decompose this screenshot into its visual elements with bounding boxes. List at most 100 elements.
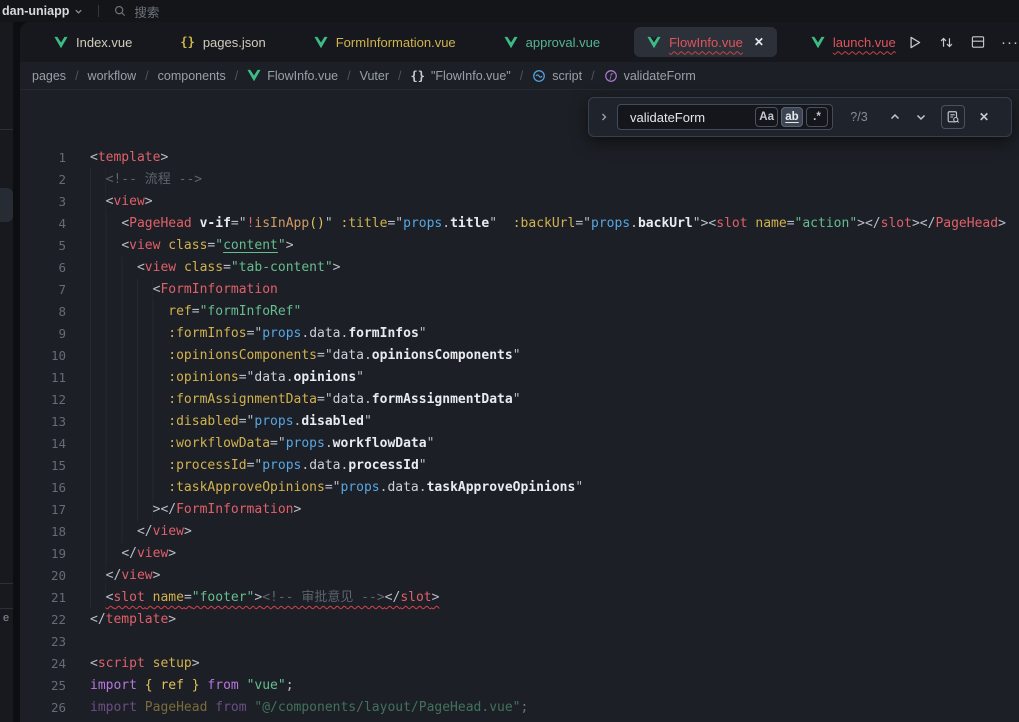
module-icon (532, 69, 546, 83)
code-line-24[interactable]: 24<script setup> (20, 653, 1019, 675)
previous-match-button[interactable] (889, 111, 901, 123)
code-line-4[interactable]: 4 <PageHead v-if="!isInApp()" :title="pr… (20, 213, 1019, 235)
next-match-button[interactable] (915, 111, 927, 123)
code-line-13[interactable]: 13 :disabled="props.disabled" (20, 411, 1019, 433)
code-line-25[interactable]: 25import { ref } from "vue"; (20, 675, 1019, 697)
line-number: 4 (20, 213, 66, 235)
tab-label: pages.json (203, 35, 266, 50)
breadcrumb-item-flowinfo-vue[interactable]: {} "FlowInfo.vue" (411, 69, 511, 83)
breadcrumb-item-components[interactable]: components (158, 69, 226, 83)
breadcrumb-label: script (552, 69, 582, 83)
find-input[interactable] (628, 109, 752, 126)
vue-icon (504, 36, 518, 49)
editor-window: dan-uniapp 搜索 e Index.vue{}pages.jsonFor… (0, 0, 1019, 722)
breadcrumb: pages/workflow/components/FlowInfo.vue/V… (20, 62, 1019, 90)
line-content: <script setup> (90, 653, 200, 675)
code-line-15[interactable]: 15 :processId="props.data.processId" (20, 455, 1019, 477)
code-line-8[interactable]: 8 ref="formInfoRef" (20, 301, 1019, 323)
braces-icon: {} (411, 69, 425, 83)
breadcrumb-item-script[interactable]: script (532, 69, 582, 83)
line-content: </view> (90, 565, 160, 587)
panel-handle[interactable] (0, 188, 13, 222)
tab-bar: Index.vue{}pages.json FormInformation.vue… (20, 22, 1019, 62)
chevron-down-icon (74, 7, 83, 16)
function-icon: f (604, 69, 618, 83)
breadcrumb-label: components (158, 69, 226, 83)
tab-pages-json[interactable]: {}pages.json (156, 22, 289, 62)
line-number: 6 (20, 257, 66, 279)
code-line-6[interactable]: 6 <view class="tab-content"> (20, 257, 1019, 279)
line-content: :workflowData="props.workflowData" (90, 433, 434, 455)
line-content: <PageHead v-if="!isInApp()" :title="prop… (90, 213, 1006, 235)
line-content: :opinionsComponents="data.opinionsCompon… (90, 345, 521, 367)
regex-button[interactable]: .* (806, 107, 828, 127)
code-line-18[interactable]: 18 </view> (20, 521, 1019, 543)
line-number: 20 (20, 565, 66, 587)
code-line-17[interactable]: 17 ></FormInformation> (20, 499, 1019, 521)
code-line-3[interactable]: 3 <view> (20, 191, 1019, 213)
line-number: 3 (20, 191, 66, 213)
line-number: 23 (20, 631, 66, 653)
compare-changes-icon[interactable] (938, 34, 955, 51)
match-case-button[interactable]: Aa (755, 107, 778, 127)
line-content: ref="formInfoRef" (90, 301, 301, 323)
code-line-10[interactable]: 10 :opinionsComponents="data.opinionsCom… (20, 345, 1019, 367)
line-number: 18 (20, 521, 66, 543)
code-line-2[interactable]: 2 <!-- 流程 --> (20, 169, 1019, 191)
line-content: </view> (90, 521, 192, 543)
line-content: <template> (90, 147, 168, 169)
code-line-1[interactable]: 1 <template> (20, 147, 1019, 169)
project-selector[interactable]: dan-uniapp (2, 4, 83, 18)
more-icon[interactable]: ··· (1001, 34, 1019, 51)
line-number: 17 (20, 499, 66, 521)
breadcrumb-item-pages[interactable]: pages (32, 69, 66, 83)
code-line-14[interactable]: 14 :workflowData="props.workflowData" (20, 433, 1019, 455)
code-line-11[interactable]: 11 :opinions="data.opinions" (20, 367, 1019, 389)
global-search[interactable]: 搜索 (114, 2, 159, 21)
code-editor[interactable]: Aa ab .* ?/3 ✕ 1 <template>2 <!-- 流程 -->3… (20, 90, 1019, 722)
tab-flowinfo-vue[interactable]: FlowInfo.vue✕ (634, 27, 777, 57)
code-line-21[interactable]: 21 <slot name="footer"><!-- 审批意见 --></sl… (20, 587, 1019, 609)
code-line-20[interactable]: 20 </view> (20, 565, 1019, 587)
breadcrumb-item-validateform[interactable]: fvalidateForm (604, 69, 696, 83)
line-number: 7 (20, 279, 66, 301)
line-content: :taskApproveOpinions="props.data.taskApp… (90, 477, 583, 499)
breadcrumb-item-vuter[interactable]: Vuter (360, 69, 389, 83)
title-bar: dan-uniapp 搜索 (0, 0, 1019, 22)
code-line-26[interactable]: 26import PageHead from "@/components/lay… (20, 697, 1019, 719)
strip-divider (0, 583, 13, 584)
line-number: 1 (20, 147, 66, 169)
editor-group: Index.vue{}pages.jsonFormInformation.vue… (20, 22, 1019, 722)
toggle-replace-icon[interactable] (599, 112, 609, 122)
code-line-12[interactable]: 12 :formAssignmentData="data.formAssignm… (20, 389, 1019, 411)
code-line-23[interactable]: 23 (20, 631, 1019, 653)
code-line-16[interactable]: 16 :taskApproveOpinions="props.data.task… (20, 477, 1019, 499)
run-icon[interactable] (906, 34, 923, 51)
code-line-7[interactable]: 7 <FormInformation (20, 279, 1019, 301)
line-number: 14 (20, 433, 66, 455)
tab-forminformation-vue[interactable]: FormInformation.vue (290, 22, 480, 62)
breadcrumb-item-workflow[interactable]: workflow (88, 69, 137, 83)
close-icon[interactable]: ✕ (979, 110, 989, 124)
find-widget: Aa ab .* ?/3 ✕ (588, 97, 1012, 137)
breadcrumb-separator: / (75, 69, 78, 83)
split-editor-icon[interactable] (970, 34, 986, 50)
line-number: 11 (20, 367, 66, 389)
vue-icon (811, 36, 825, 49)
tab-index-vue[interactable]: Index.vue (30, 22, 156, 62)
code-line-19[interactable]: 19 </view> (20, 543, 1019, 565)
code-line-22[interactable]: 22</template> (20, 609, 1019, 631)
tab-label: FormInformation.vue (336, 35, 456, 50)
line-content: </template> (90, 609, 176, 631)
whole-word-button[interactable]: ab (781, 107, 803, 127)
close-icon[interactable]: ✕ (754, 35, 764, 49)
line-content: <slot name="footer"><!-- 审批意见 --></slot> (90, 587, 439, 609)
code-line-9[interactable]: 9 :formInfos="props.data.formInfos" (20, 323, 1019, 345)
find-in-selection-button[interactable] (941, 105, 965, 129)
breadcrumb-separator: / (398, 69, 401, 83)
breadcrumb-item-flowinfo-vue[interactable]: FlowInfo.vue (247, 69, 338, 83)
code-line-5[interactable]: 5 <view class="content"> (20, 235, 1019, 257)
match-count: ?/3 (841, 110, 877, 124)
tab-approval-vue[interactable]: approval.vue (480, 22, 624, 62)
breadcrumb-label: "FlowInfo.vue" (431, 69, 511, 83)
